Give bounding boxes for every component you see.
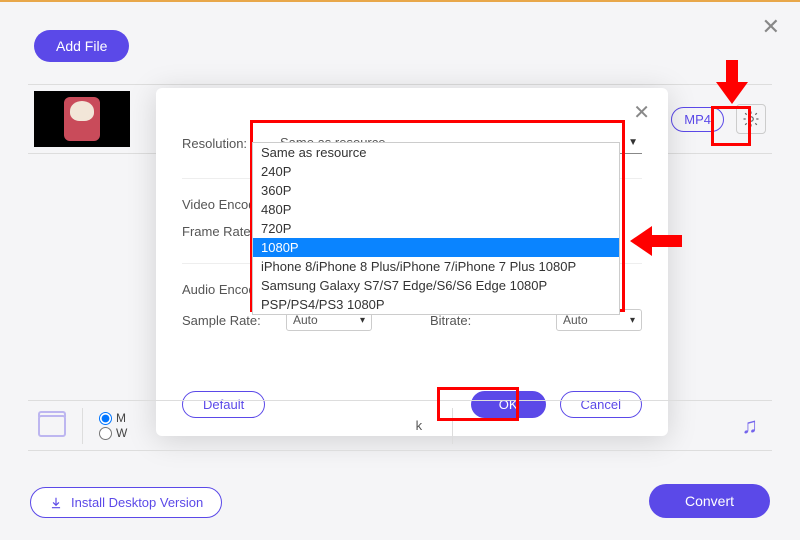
resolution-option[interactable]: Same as resource xyxy=(253,143,619,162)
format-badge[interactable]: MP4 xyxy=(671,107,724,132)
gear-icon xyxy=(742,110,760,128)
resolution-option[interactable]: 720P xyxy=(253,219,619,238)
sample-rate-value: Auto xyxy=(293,313,318,327)
download-icon xyxy=(49,496,63,510)
video-icon[interactable] xyxy=(38,415,66,437)
radio-m[interactable]: M xyxy=(99,411,127,425)
install-desktop-button[interactable]: Install Desktop Version xyxy=(30,487,222,518)
convert-button[interactable]: Convert xyxy=(649,484,770,518)
resolution-option[interactable]: Samsung Galaxy S7/S7 Edge/S6/S6 Edge 108… xyxy=(253,276,619,295)
caret-down-icon: ▾ xyxy=(360,315,365,326)
resolution-option[interactable]: 360P xyxy=(253,181,619,200)
resolution-dropdown-list[interactable]: Same as resource240P360P480P720P1080PiPh… xyxy=(252,142,620,315)
bitrate-value: Auto xyxy=(563,313,588,327)
modal-close-icon[interactable]: ✕ xyxy=(633,100,650,125)
output-tabs: M W k ♫ xyxy=(28,400,772,450)
settings-button[interactable] xyxy=(736,104,766,134)
caret-down-icon: ▾ xyxy=(630,315,635,326)
resolution-option[interactable]: PSP/PS4/PS3 1080P xyxy=(253,295,619,314)
file-thumbnail[interactable] xyxy=(34,91,130,147)
add-file-button[interactable]: Add File xyxy=(34,30,129,62)
resolution-option[interactable]: iPhone 8/iPhone 8 Plus/iPhone 7/iPhone 7… xyxy=(253,257,619,276)
app-close-icon[interactable]: ✕ xyxy=(762,14,780,40)
music-icon[interactable]: ♫ xyxy=(741,413,758,439)
resolution-option[interactable]: 1080P xyxy=(253,238,619,257)
resolution-option[interactable]: 240P xyxy=(253,162,619,181)
resolution-option[interactable]: 480P xyxy=(253,200,619,219)
caret-down-icon: ▼ xyxy=(628,137,638,148)
output-radios: M W xyxy=(99,410,127,441)
radio-w[interactable]: W xyxy=(99,426,127,440)
truncated-text: k xyxy=(416,418,423,433)
